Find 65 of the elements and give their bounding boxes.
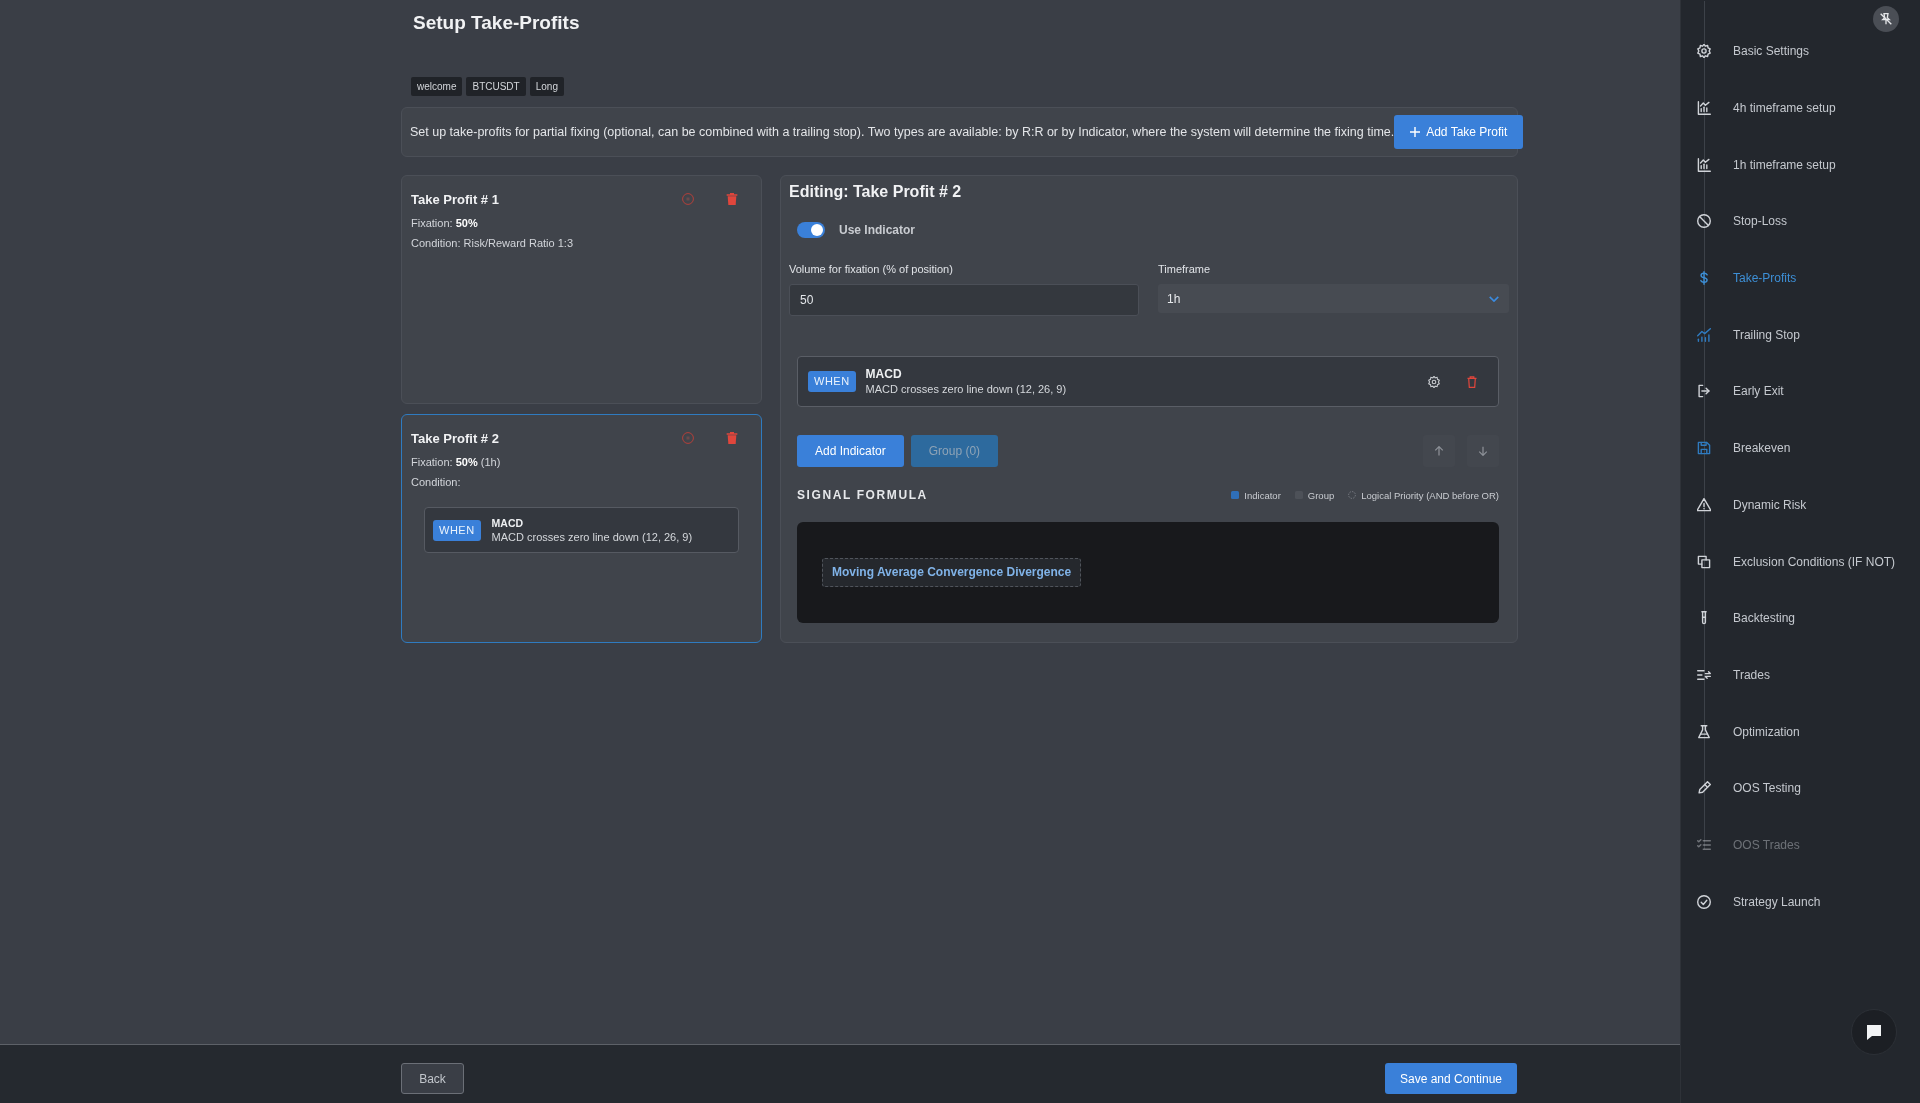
card-title: Take Profit # 1 xyxy=(411,191,499,207)
card-title: Take Profit # 2 xyxy=(411,430,499,446)
sidebar-item[interactable]: Exclusion Conditions (IF NOT) xyxy=(1681,533,1920,590)
volume-input[interactable]: 50 xyxy=(789,284,1139,316)
save-continue-button[interactable]: Save and Continue xyxy=(1385,1063,1517,1094)
trash-icon[interactable] xyxy=(1466,375,1478,388)
sidebar-item[interactable]: Early Exit xyxy=(1681,363,1920,420)
sidebar-item[interactable]: Backtesting xyxy=(1681,589,1920,647)
sidebar-item[interactable]: 1h timeframe setup xyxy=(1681,136,1920,194)
arrow-down-icon xyxy=(1478,446,1488,456)
indicator-name: MACD xyxy=(491,516,524,530)
toggle-switch[interactable] xyxy=(797,222,825,238)
info-text: Set up take-profits for partial fixing (optional, can be combined with a trailing stop). Two types are available: by R:R or by Indicator, where the system will determine the fixing time. xyxy=(410,125,1395,139)
trash-icon[interactable] xyxy=(726,193,738,205)
take-profit-card[interactable]: Take Profit # 2 Fixation: 50% (1h) Condition: WHEN MACD MACD crosses zero line down (12, 26, 9) xyxy=(401,414,762,643)
pin-off-icon xyxy=(1880,13,1892,25)
indicator-description: MACD crosses zero line down (12, 26, 9) xyxy=(491,529,693,544)
dashed-circle-icon xyxy=(1348,491,1357,499)
timeframe-select[interactable]: 1h xyxy=(1158,284,1509,313)
field-label: Timeframe xyxy=(1158,262,1211,276)
sidebar-item[interactable]: Strategy Launch xyxy=(1681,873,1920,930)
add-indicator-button[interactable]: Add Indicator xyxy=(797,435,904,467)
sidebar-item[interactable]: OOS Testing xyxy=(1681,759,1920,817)
take-profit-card[interactable]: Take Profit # 1 Fixation: 50% Condition: Risk/Reward Ratio 1:3 xyxy=(401,175,762,404)
legend-label: Logical Priority (AND before OR) xyxy=(1361,489,1499,501)
unpin-button[interactable] xyxy=(1873,6,1899,32)
condition-text: Condition: xyxy=(411,475,461,490)
trash-icon[interactable] xyxy=(726,432,738,444)
sidebar-item[interactable]: Trades xyxy=(1681,646,1920,704)
tag: welcome xyxy=(411,77,463,96)
back-button[interactable]: Back xyxy=(401,1063,464,1094)
fixation-text: Fixation: 50% (1h) xyxy=(411,455,501,470)
sidebar-item[interactable]: Optimization xyxy=(1681,703,1920,760)
arrow-up-icon xyxy=(1434,446,1444,456)
legend-label: Group xyxy=(1307,489,1335,501)
page-title: Setup Take-Profits xyxy=(413,11,580,35)
sidebar-item[interactable]: Trailing Stop xyxy=(1681,306,1920,364)
toggle-label: Use Indicator xyxy=(839,223,916,237)
circle-dot-icon[interactable] xyxy=(682,432,694,444)
fixation-text: Fixation: 50% xyxy=(411,216,478,231)
sidebar-item[interactable]: Take-Profits xyxy=(1681,249,1920,307)
chat-button[interactable] xyxy=(1851,1009,1897,1055)
sidebar-item[interactable]: Breakeven xyxy=(1681,419,1920,477)
circle-dot-icon[interactable] xyxy=(682,193,694,205)
sidebar-item[interactable]: Dynamic Risk xyxy=(1681,476,1920,534)
plus-icon xyxy=(1410,127,1421,137)
panel-title: Editing: Take Profit # 2 xyxy=(789,182,962,202)
caret-icon xyxy=(1489,295,1499,302)
chat-bubble-icon xyxy=(1866,1024,1882,1040)
sidebar-item[interactable]: 4h timeframe setup xyxy=(1681,79,1920,137)
condition-text: Condition: Risk/Reward Ratio 1:3 xyxy=(411,236,574,251)
indicator-description: MACD crosses zero line down (12, 26, 9) xyxy=(865,382,1067,396)
sidebar-item[interactable]: Basic Settings xyxy=(1681,23,1920,80)
sidebar-item[interactable]: Stop-Loss xyxy=(1681,193,1920,250)
indicator-name: MACD xyxy=(865,367,902,382)
formula-chip[interactable]: Moving Average Convergence Divergence xyxy=(822,558,1082,587)
add-take-profit-button[interactable]: Add Take Profit xyxy=(1394,115,1524,149)
legend-label: Indicator xyxy=(1244,489,1281,501)
tag: BTCUSDT xyxy=(466,77,526,96)
settings-icon[interactable] xyxy=(1428,375,1440,388)
field-label: Volume for fixation (% of position) xyxy=(789,262,953,276)
when-badge: WHEN xyxy=(808,371,856,392)
tag: Long xyxy=(529,77,564,96)
section-title: SIGNAL FORMULA xyxy=(797,488,928,502)
when-badge: WHEN xyxy=(433,519,481,541)
